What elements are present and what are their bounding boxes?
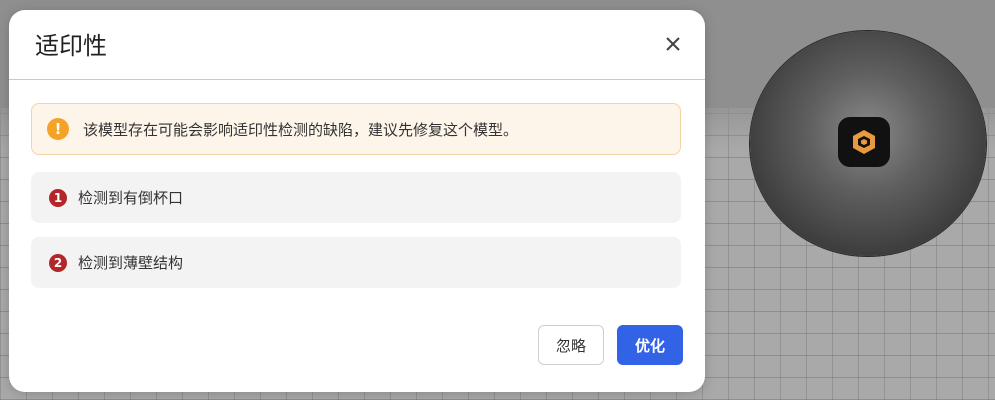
warning-alert: ! 该模型存在可能会影响适印性检测的缺陷，建议先修复这个模型。 — [31, 103, 681, 155]
printability-dialog: 适印性 ! 该模型存在可能会影响适印性检测的缺陷，建议先修复这个模型。 1 检测… — [9, 10, 705, 392]
warning-icon: ! — [47, 118, 69, 140]
close-icon — [666, 37, 680, 51]
close-button[interactable] — [659, 30, 687, 58]
issue-item-inverted-cup: 1 检测到有倒杯口 — [31, 172, 681, 223]
dialog-title: 适印性 — [35, 32, 107, 60]
issue-item-thin-wall: 2 检测到薄壁结构 — [31, 237, 681, 288]
ignore-button[interactable]: 忽略 — [538, 325, 604, 365]
optimize-button[interactable]: 优化 — [617, 325, 683, 365]
dialog-header: 适印性 — [9, 10, 705, 80]
warning-text: 该模型存在可能会影响适印性检测的缺陷，建议先修复这个模型。 — [83, 120, 519, 139]
model-cube-icon — [853, 130, 875, 154]
issue-text: 检测到薄壁结构 — [78, 254, 184, 272]
3d-viewport[interactable]: 适印性 ! 该模型存在可能会影响适印性检测的缺陷，建议先修复这个模型。 1 检测… — [0, 0, 995, 400]
issue-number-badge: 1 — [49, 188, 67, 207]
model-badge — [838, 117, 890, 167]
issue-number-badge: 2 — [49, 253, 67, 272]
issue-text: 检测到有倒杯口 — [78, 189, 184, 207]
